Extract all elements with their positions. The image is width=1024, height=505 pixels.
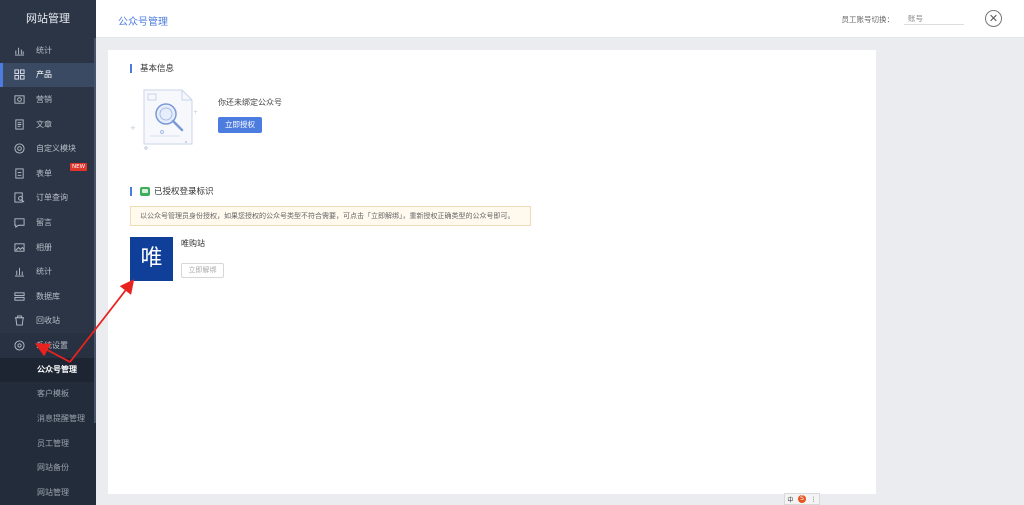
sidebar-item-label: 系统设置: [36, 340, 68, 350]
sidebar-item-label: 表单: [36, 168, 52, 178]
sidebar-subitem-site-manage[interactable]: 网站管理: [0, 481, 96, 505]
sidebar-item-label: 统计: [36, 45, 52, 55]
account-switcher[interactable]: 员工账号切换： 账号: [841, 13, 964, 25]
notice-banner: 以公众号管理员身份授权，如果您授权的公众号类型不符合需要，可点击「立即解绑」，重…: [130, 206, 531, 226]
sidebar-item-recycle-bin[interactable]: 回收站: [0, 309, 96, 334]
sidebar-subitem-staff[interactable]: 员工管理: [0, 432, 96, 457]
section-bar: [130, 63, 132, 73]
chart-icon: [13, 44, 25, 56]
form-icon: [13, 167, 25, 179]
sidebar-item-label: 统计: [36, 267, 52, 277]
ime-logo-icon: S: [798, 495, 806, 503]
sidebar-item-database[interactable]: 数据库: [0, 284, 96, 309]
sidebar-item-albums[interactable]: 相册: [0, 235, 96, 260]
target-icon: [13, 143, 25, 155]
sidebar-item-label: 产品: [36, 70, 52, 80]
sidebar-item-label: 自定义模块: [36, 144, 76, 154]
section-title-basic: 基本信息: [140, 64, 175, 74]
account-avatar: 唯: [130, 237, 173, 281]
database-icon: [13, 290, 25, 302]
grid-icon: [13, 69, 25, 81]
sidebar-item-marketing[interactable]: 营销: [0, 87, 96, 112]
sidebar-submenu: 公众号管理 客户模板 消息提醒管理 员工管理 网站备份 网站管理: [0, 357, 96, 505]
message-icon: [13, 216, 25, 228]
ime-mode-text: 中: [787, 496, 794, 504]
section-title-bound: 已授权登录标识: [154, 187, 214, 197]
sidebar-item-label: 数据库: [36, 291, 60, 301]
settings-icon: [13, 339, 25, 351]
sidebar-item-stats[interactable]: 统计: [0, 38, 96, 63]
account-switcher-value[interactable]: 账号: [904, 13, 964, 25]
content-card: 基本信息 + + 你还未绑定公众号 立即授权 已授权登录标识 以公众号管理员身份…: [108, 50, 876, 494]
authorize-button[interactable]: 立即授权: [218, 117, 262, 133]
ime-tray[interactable]: 中 S ⋮: [784, 493, 820, 505]
document-icon: [13, 118, 25, 130]
sidebar-item-system-settings[interactable]: 系统设置: [0, 333, 96, 358]
sidebar-item-custom-module[interactable]: 自定义模块: [0, 136, 96, 161]
new-badge: NEW: [70, 162, 88, 171]
sidebar-item-label: 订单查询: [36, 193, 68, 203]
sidebar-title: 网站管理: [0, 0, 96, 38]
sidebar: 网站管理 统计 产品 营销 文章 自定义模块 表单 NEW 订单查询 留言 相册…: [0, 0, 96, 505]
sidebar-item-products[interactable]: 产品: [0, 62, 96, 88]
bar-chart-icon: [13, 266, 25, 278]
sidebar-subitem-message-reminder[interactable]: 消息提醒管理: [0, 407, 96, 432]
authorize-illustration: + +: [130, 89, 198, 150]
unbind-button[interactable]: 立即解绑: [181, 263, 224, 278]
section-bound-login: 已授权登录标识: [130, 185, 214, 197]
close-icon[interactable]: ✕: [985, 10, 1002, 27]
section-basic-info: 基本信息: [130, 62, 174, 74]
sidebar-item-forms[interactable]: 表单 NEW: [0, 161, 96, 186]
sidebar-item-label: 相册: [36, 242, 52, 252]
account-name: 唯购站: [181, 239, 205, 248]
sidebar-item-messages[interactable]: 留言: [0, 210, 96, 235]
sidebar-scrollbar[interactable]: [94, 38, 96, 423]
image-icon: [13, 241, 25, 253]
sidebar-item-label: 回收站: [36, 316, 60, 326]
page-title: 公众号管理: [118, 17, 168, 28]
sidebar-item-order-query[interactable]: 订单查询: [0, 186, 96, 211]
account-switcher-label: 员工账号切换：: [841, 14, 895, 24]
sidebar-subitem-official-account[interactable]: 公众号管理: [0, 357, 96, 383]
more-icon[interactable]: ⋮: [811, 496, 817, 503]
svg-text:+: +: [193, 109, 198, 116]
sidebar-item-label: 营销: [36, 94, 52, 104]
sidebar-item-label: 文章: [36, 119, 52, 129]
wechat-icon: [140, 186, 150, 196]
sidebar-item-statistics[interactable]: 统计: [0, 259, 96, 284]
photo-icon: [13, 93, 25, 105]
sidebar-item-label: 留言: [36, 217, 52, 227]
unbound-status-text: 你还未绑定公众号: [218, 98, 282, 107]
sidebar-item-articles[interactable]: 文章: [0, 112, 96, 137]
trash-icon: [13, 315, 25, 327]
sidebar-subitem-customer-template[interactable]: 客户模板: [0, 382, 96, 407]
section-bar: [130, 186, 132, 196]
topbar: 公众号管理 员工账号切换： 账号 ✕: [96, 0, 1024, 38]
sidebar-subitem-backup[interactable]: 网站备份: [0, 456, 96, 481]
svg-text:+: +: [130, 124, 136, 132]
search-doc-icon: [13, 192, 25, 204]
